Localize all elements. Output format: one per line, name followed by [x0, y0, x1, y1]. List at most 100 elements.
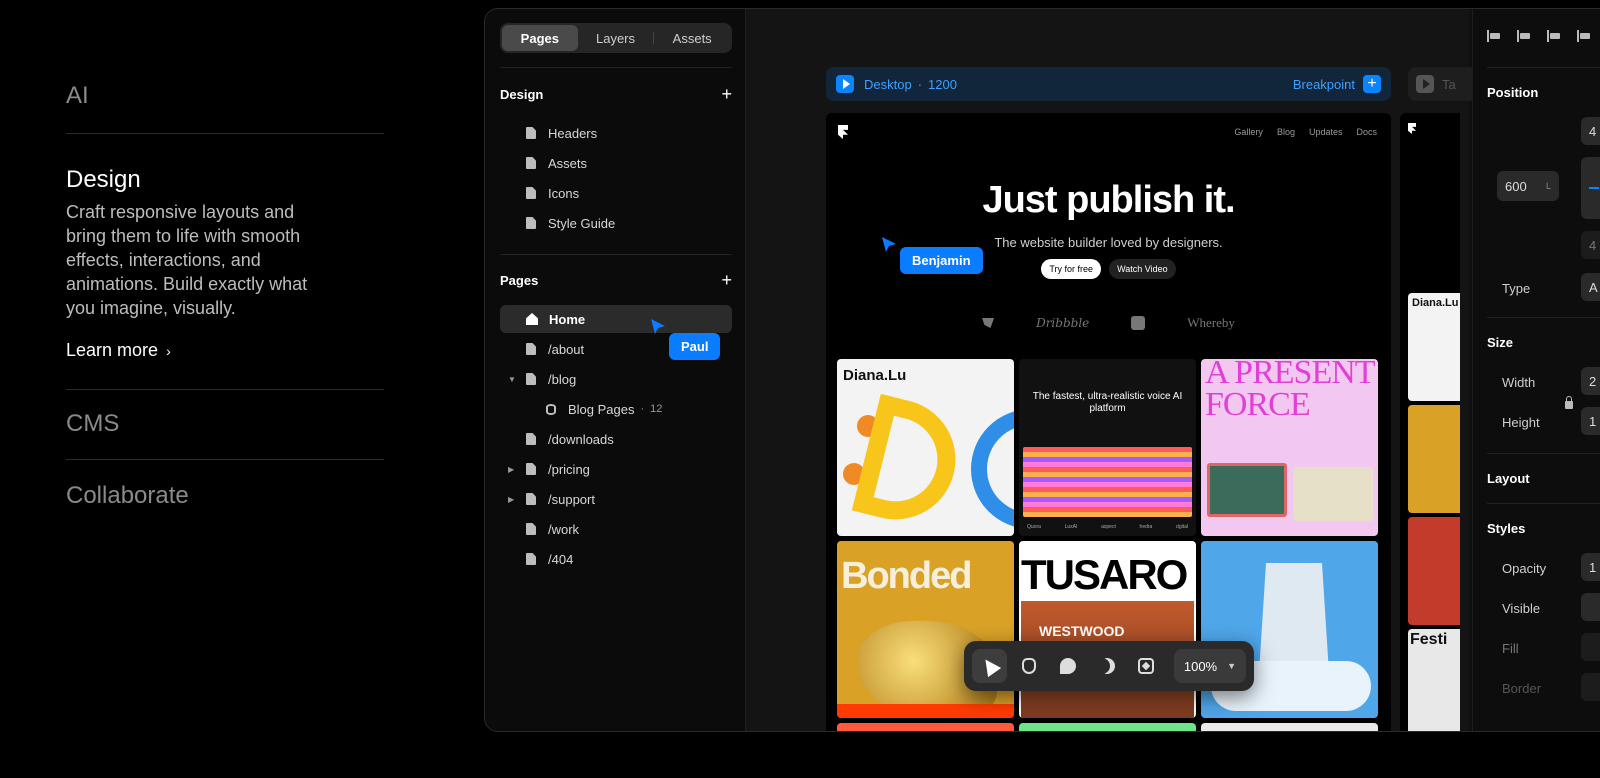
theme-toggle[interactable] — [1090, 649, 1125, 683]
learn-more-link[interactable]: Learn more › — [66, 340, 384, 361]
site-nav-item[interactable]: Gallery — [1234, 127, 1263, 137]
design-item-style-guide[interactable]: Style Guide — [500, 209, 732, 237]
add-breakpoint[interactable]: Breakpoint + — [1293, 75, 1381, 93]
customer-logo-whereby: Whereby — [1187, 315, 1235, 330]
breakpoint-bar-tablet[interactable]: Ta — [1408, 67, 1478, 101]
design-item-icons[interactable]: Icons — [500, 179, 732, 207]
position-top-field[interactable]: 4 — [1581, 117, 1600, 145]
editor-window: Pages Layers Assets Design + Headers Ass… — [484, 8, 1600, 732]
desktop-frame[interactable]: Gallery Blog Updates Docs Just publish i… — [826, 113, 1391, 731]
align-right-icon[interactable] — [1547, 29, 1561, 43]
align-top-icon[interactable] — [1577, 29, 1591, 43]
caret-right-icon[interactable]: ▶ — [508, 465, 518, 474]
design-item-assets[interactable]: Assets — [500, 149, 732, 177]
position-left-field[interactable]: 600 L — [1497, 171, 1559, 201]
plus-icon[interactable]: + — [1363, 75, 1381, 93]
collaborator-tag-benjamin: Benjamin — [900, 247, 983, 274]
watch-video-button[interactable]: Watch Video — [1109, 259, 1176, 279]
lock-icon[interactable] — [1565, 396, 1573, 409]
breakpoint-name: Desktop — [864, 76, 912, 92]
feature-collaborate-title[interactable]: Collaborate — [66, 482, 384, 510]
plus-icon[interactable]: + — [721, 85, 732, 103]
try-for-free-button[interactable]: Try for free — [1041, 259, 1102, 279]
plus-icon[interactable]: + — [721, 271, 732, 289]
width-label: Width — [1502, 375, 1536, 390]
width-field[interactable]: 2 — [1581, 367, 1600, 395]
showcase-tile[interactable] — [1201, 541, 1378, 718]
page-item-404[interactable]: /404 — [500, 545, 732, 573]
decor-bar — [837, 704, 1014, 718]
page-item-pricing[interactable]: ▶ /pricing — [500, 455, 732, 483]
feature-collaborate[interactable]: Collaborate — [66, 460, 384, 520]
chevron-right-icon: › — [166, 342, 171, 359]
site-nav-item[interactable]: Blog — [1277, 127, 1295, 137]
properties-panel: Position 4 600 L 4 Type A Size Width 2 H… — [1472, 9, 1600, 731]
components-tool[interactable] — [1129, 649, 1164, 683]
add-breakpoint-label: Breakpoint — [1292, 76, 1355, 92]
breakpoint-bar-desktop[interactable]: Desktop · 1200 Breakpoint + — [826, 67, 1391, 101]
visible-toggle[interactable] — [1581, 593, 1600, 621]
customer-logo-icon — [982, 318, 995, 328]
align-left-icon[interactable] — [1487, 29, 1501, 43]
cursor-arrow-icon — [651, 319, 665, 334]
page-item-home[interactable]: Home — [500, 305, 732, 333]
zoom-select[interactable]: 100% ▼ — [1173, 649, 1247, 683]
feature-ai-title[interactable]: AI — [66, 82, 384, 110]
caret-right-icon[interactable]: ▶ — [508, 495, 518, 504]
tab-layers[interactable]: Layers — [578, 25, 654, 51]
pointer-tool[interactable] — [972, 649, 1008, 683]
showcase-tile[interactable]: The fastest, ultra-realistic voice AI pl… — [1019, 359, 1196, 536]
canvas[interactable]: Desktop · 1200 Breakpoint + Gallery Blog… — [746, 9, 1478, 731]
type-label: Type — [1502, 281, 1531, 296]
tablet-frame[interactable]: Diana.Lu Festi — [1400, 113, 1460, 731]
align-center-icon[interactable] — [1517, 29, 1531, 43]
tile-title: Bonded — [841, 555, 972, 597]
height-field[interactable]: 1 — [1581, 407, 1600, 435]
showcase-tile[interactable]: A PRESENT FORCE — [1201, 359, 1378, 536]
component-icon — [1138, 658, 1155, 674]
position-diagram[interactable] — [1581, 157, 1600, 219]
play-icon[interactable] — [836, 75, 854, 93]
page-item-work[interactable]: /work — [500, 515, 732, 543]
opacity-field[interactable]: 1 — [1581, 553, 1600, 581]
type-select[interactable]: A — [1581, 273, 1600, 301]
comment-tool[interactable] — [1050, 649, 1085, 683]
position-bottom-field[interactable]: 4 — [1581, 231, 1600, 259]
hand-tool[interactable] — [1011, 649, 1046, 683]
feature-cms-title[interactable]: CMS — [66, 410, 384, 438]
page-item-support[interactable]: ▶ /support — [500, 485, 732, 513]
page-count-separator: · — [640, 403, 645, 415]
feature-design-description: Craft responsive layouts and bring them … — [66, 202, 308, 318]
feature-design: Design Craft responsive layouts and brin… — [66, 134, 384, 390]
showcase-tile[interactable]: Bonded — [837, 541, 1014, 718]
tile-footer-item: Quora — [1027, 524, 1041, 530]
page-icon — [526, 553, 536, 565]
fill-label: Fill — [1502, 641, 1519, 656]
breakpoint-separator: · — [917, 76, 923, 92]
design-item-label: Style Guide — [548, 215, 616, 231]
feature-cms[interactable]: CMS — [66, 390, 384, 460]
page-icon — [526, 463, 536, 475]
site-nav-item[interactable]: Updates — [1309, 127, 1343, 137]
site-nav-item[interactable]: Docs — [1356, 127, 1377, 137]
tab-pages[interactable]: Pages — [502, 25, 578, 51]
play-icon[interactable] — [1416, 75, 1434, 93]
showcase-tile[interactable]: TUSARO WESTWOOD — [1019, 541, 1196, 718]
tab-assets[interactable]: Assets — [654, 25, 730, 51]
learn-more-label: Learn more — [66, 340, 159, 360]
height-label: Height — [1502, 415, 1540, 430]
page-item-label: /work — [548, 521, 580, 537]
page-item-blog-pages[interactable]: Blog Pages · 12 — [500, 395, 732, 423]
comment-icon — [1059, 658, 1076, 674]
page-item-downloads[interactable]: /downloads — [500, 425, 732, 453]
showcase-tile[interactable]: Diana.Lu — [837, 359, 1014, 536]
decor-card — [1207, 463, 1287, 517]
caret-down-icon[interactable]: ▼ — [508, 375, 518, 384]
design-item-headers[interactable]: Headers — [500, 119, 732, 147]
fill-field[interactable] — [1581, 633, 1600, 661]
page-item-blog[interactable]: ▼ /blog — [500, 365, 732, 393]
collaborator-tag-paul: Paul — [669, 333, 721, 360]
customer-logo-icon — [1131, 316, 1146, 330]
feature-ai[interactable]: AI — [66, 82, 384, 134]
border-field[interactable] — [1581, 673, 1600, 701]
